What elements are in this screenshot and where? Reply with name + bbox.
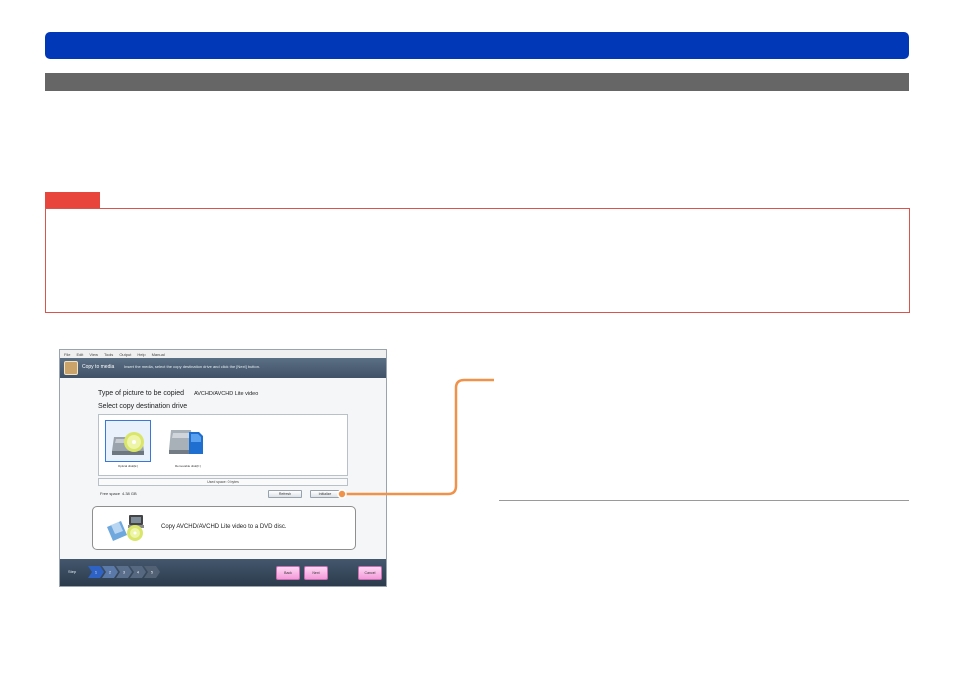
header-title: Copy to media xyxy=(82,364,115,370)
menu-item-view[interactable]: View xyxy=(89,352,98,357)
refresh-button[interactable]: Refresh xyxy=(268,490,302,498)
drive-removable[interactable] xyxy=(165,420,211,462)
cancel-button[interactable]: Cancel xyxy=(358,566,382,580)
title-bar xyxy=(45,32,909,59)
back-button[interactable]: Back xyxy=(276,566,300,580)
dvd-drive-icon xyxy=(112,432,144,455)
menu-bar: File Edit View Tools Output Help Manual xyxy=(60,350,386,358)
sd-card-icon xyxy=(169,430,203,454)
free-space-value: 4.38 GB xyxy=(122,491,137,496)
header-instruction: Insert the media, select the copy destin… xyxy=(124,364,261,369)
app-window: File Edit View Tools Output Help Manual … xyxy=(59,349,387,587)
step-4-number: 4 xyxy=(137,571,139,575)
description-box: Copy AVCHD/AVCHD Lite video to a DVD dis… xyxy=(92,506,356,550)
step-progress: 1 2 3 4 5 xyxy=(88,566,160,578)
used-space-bar: Used space: 0 bytes xyxy=(98,478,348,486)
picture-type-value: AVCHD/AVCHD Lite video xyxy=(194,391,259,397)
note-box xyxy=(45,208,910,313)
step-1-number: 1 xyxy=(95,571,97,575)
menu-item-file[interactable]: File xyxy=(64,352,70,357)
section-bar xyxy=(45,73,909,91)
menu-item-tools[interactable]: Tools xyxy=(104,352,113,357)
initialize-button[interactable]: Initialize xyxy=(310,490,340,498)
select-drive-label: Select copy destination drive xyxy=(98,403,188,410)
menu-item-manual[interactable]: Manual xyxy=(152,352,165,357)
step-5-number: 5 xyxy=(151,571,153,575)
picture-type-label: Type of picture to be copied xyxy=(98,390,184,397)
menu-item-help[interactable]: Help xyxy=(137,352,145,357)
step-3-number: 3 xyxy=(123,571,125,575)
footer-bar: Step 1 2 3 4 5 Back Next Cancel xyxy=(60,559,386,586)
drive-list: Optical disk(E:) Removable disk(F:) xyxy=(98,414,348,476)
next-button[interactable]: Next xyxy=(304,566,328,580)
note-tab xyxy=(45,192,100,208)
menu-item-edit[interactable]: Edit xyxy=(76,352,83,357)
app-header: Copy to media Insert the media, select t… xyxy=(60,358,386,378)
drive-optical[interactable] xyxy=(105,420,151,462)
drive-removable-label: Removable disk(F:) xyxy=(174,464,201,468)
divider-line xyxy=(499,500,909,501)
copy-to-dvd-icon xyxy=(107,515,144,541)
free-space-label: Free space xyxy=(100,491,121,496)
drive-optical-label: Optical disk(E:) xyxy=(117,464,139,468)
step-label: Step xyxy=(68,569,77,574)
copy-media-icon xyxy=(64,361,78,375)
description-text: Copy AVCHD/AVCHD Lite video to a DVD dis… xyxy=(161,524,287,530)
menu-item-output[interactable]: Output xyxy=(119,352,131,357)
step-2-number: 2 xyxy=(109,571,111,575)
